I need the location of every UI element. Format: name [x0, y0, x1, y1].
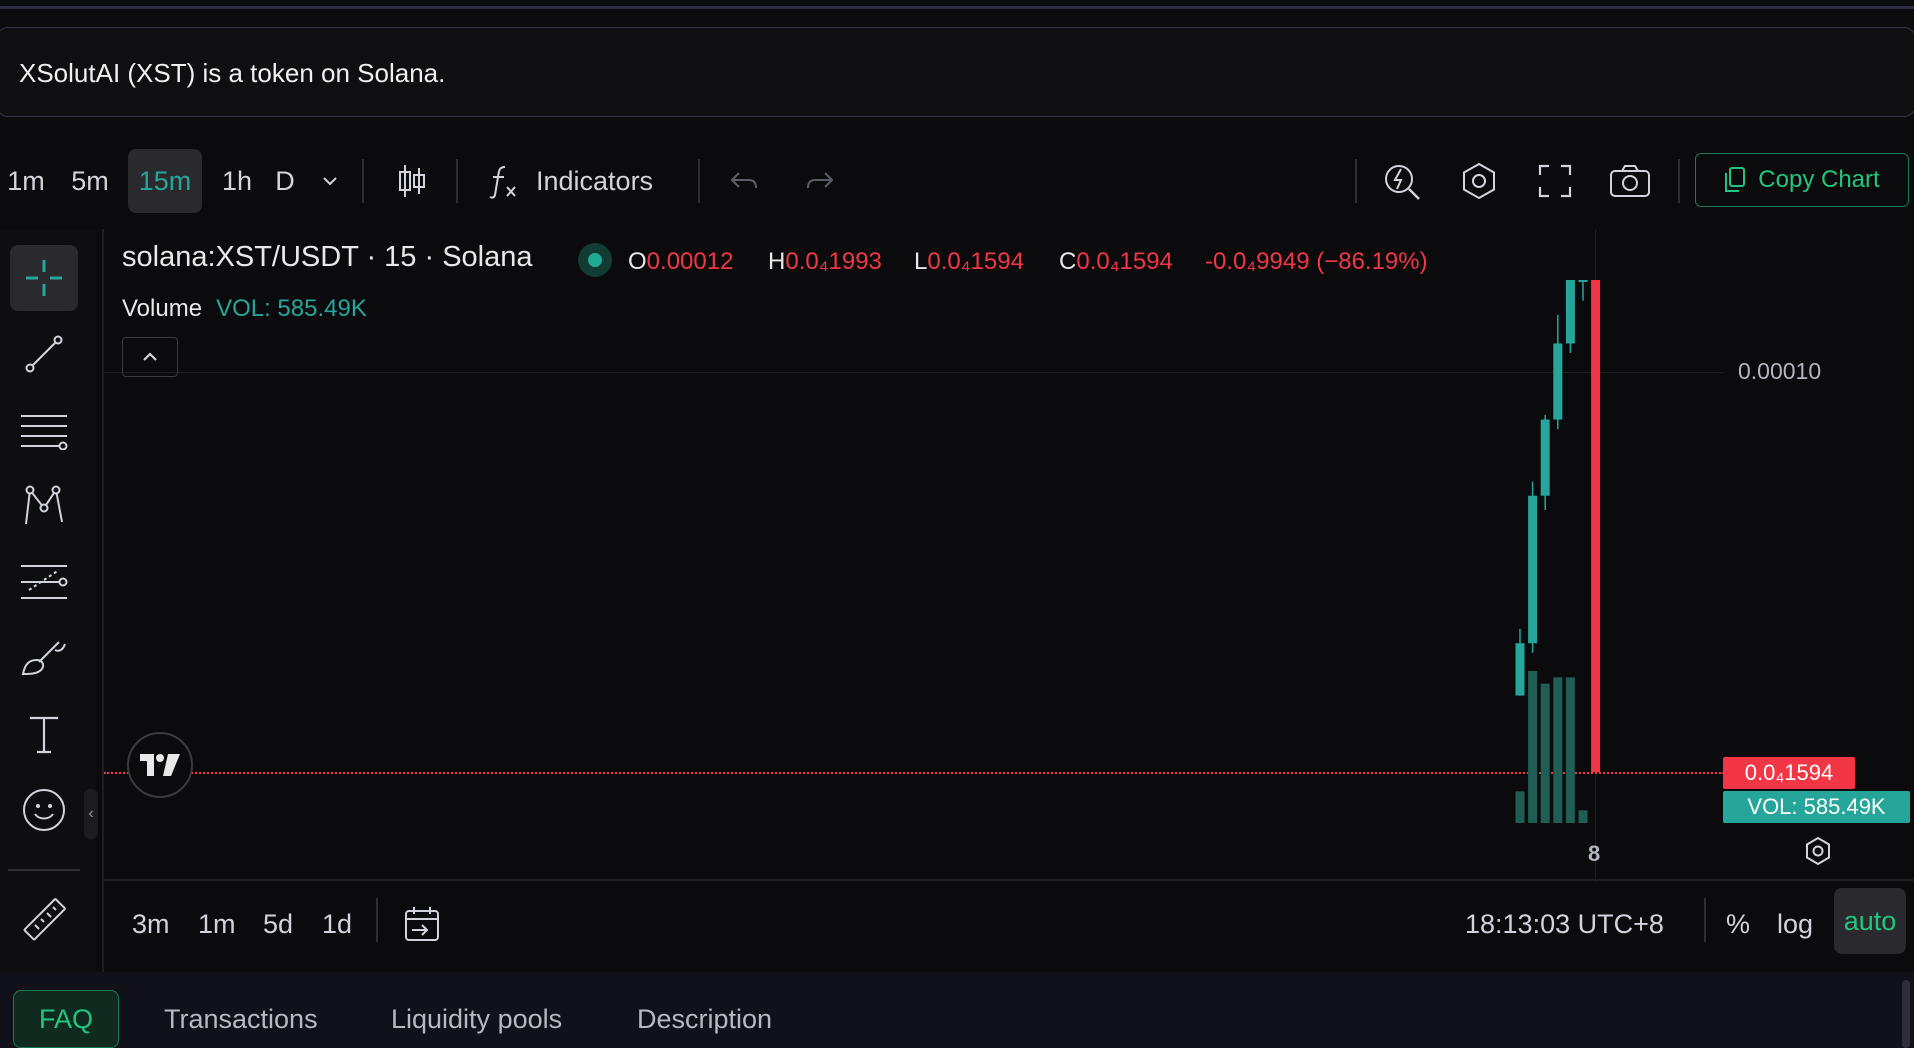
ohlc-close: C0.0₄1594 [1059, 248, 1173, 275]
ohlc-open: O0.00012 [628, 248, 734, 275]
last-price-tag: 0.0₄1594 [1723, 757, 1855, 789]
emoji-icon[interactable] [10, 777, 78, 843]
indicators-button[interactable]: Indicators [536, 141, 676, 221]
ohlc-low: L0.0₄1594 [914, 248, 1024, 275]
text-tool-icon[interactable] [10, 701, 78, 767]
range-1d[interactable]: 1d [322, 881, 352, 967]
volume-label: Volume [122, 295, 203, 322]
tab-description[interactable]: Description [637, 990, 772, 1048]
trend-line-icon[interactable] [10, 321, 78, 387]
range-1m[interactable]: 1m [198, 881, 236, 967]
drawing-toolbar [0, 229, 96, 973]
quick-search-icon[interactable] [1380, 141, 1426, 221]
candle-body [1515, 643, 1525, 696]
price-gridline [104, 372, 1724, 373]
volume-bar [1528, 671, 1538, 823]
time-axis-tick: 8 [1588, 841, 1601, 866]
scrollbar[interactable] [1902, 980, 1910, 1048]
volume-bar [1553, 677, 1563, 823]
volume-bar [1565, 677, 1575, 823]
candle-body [1540, 419, 1550, 496]
price-axis-tick: 0.00010 [1738, 358, 1822, 384]
interval-15m[interactable]: 15m [128, 149, 202, 213]
undo-icon[interactable] [724, 141, 764, 221]
crosshair-icon[interactable] [10, 245, 78, 311]
collapse-legend-button[interactable] [122, 337, 178, 377]
percent-scale-button[interactable]: % [1726, 881, 1750, 967]
chevron-down-icon[interactable] [312, 141, 348, 221]
settings-icon[interactable] [1456, 141, 1502, 221]
log-scale-button[interactable]: log [1777, 881, 1813, 967]
top-divider [0, 6, 1914, 9]
volume-bar [1578, 810, 1588, 823]
candle-body [1565, 280, 1575, 344]
ohlc-change: -0.0₄9949 (−86.19%) [1205, 248, 1428, 275]
ruler-icon[interactable] [10, 887, 78, 953]
brush-icon[interactable] [10, 625, 78, 691]
clock-timezone[interactable]: 18:13:03 UTC+8 [1465, 881, 1664, 967]
calendar-goto-icon[interactable] [402, 881, 442, 967]
volume-legend: Volume VOL: 585.49K [122, 295, 367, 323]
horizontal-lines-icon[interactable] [10, 397, 78, 463]
volume-bar [1540, 683, 1550, 823]
candle-body [1528, 495, 1538, 644]
token-description: XSolutAI (XST) is a token on Solana. [19, 58, 446, 88]
interval-1h[interactable]: 1h [212, 141, 262, 221]
collapse-toolbar-handle[interactable]: ‹ [84, 789, 98, 839]
tab-transactions[interactable]: Transactions [164, 990, 318, 1048]
candlestick-series [1515, 280, 1601, 823]
camera-icon[interactable] [1606, 141, 1654, 221]
interval-1m[interactable]: 1m [0, 141, 52, 221]
ohlc-high: H0.0₄1993 [768, 248, 882, 275]
range-3m[interactable]: 3m [132, 881, 170, 967]
auto-scale-button[interactable]: auto [1834, 888, 1906, 954]
copy-chart-button[interactable]: Copy Chart [1695, 153, 1909, 207]
chart-toolbar: 1m 5m 15m 1h D Indicators Copy Chart [0, 141, 1914, 221]
tab-liquidity-pools[interactable]: Liquidity pools [391, 990, 562, 1048]
copy-icon [1724, 167, 1746, 193]
chevron-up-icon [141, 351, 159, 363]
function-icon[interactable] [484, 141, 524, 221]
fullscreen-icon[interactable] [1532, 141, 1578, 221]
last-price-line [104, 772, 1724, 774]
candle-body [1591, 280, 1601, 772]
redo-icon[interactable] [800, 141, 840, 221]
tab-faq[interactable]: FAQ [13, 990, 119, 1048]
tradingview-logo[interactable] [127, 732, 193, 798]
forecast-tool-icon[interactable] [10, 549, 78, 615]
candlestick-type-icon[interactable] [390, 141, 434, 221]
market-status-indicator [578, 243, 612, 277]
symbol-title[interactable]: solana:XST/USDT · 15 · Solana [122, 241, 533, 274]
candle-body [1553, 343, 1563, 420]
range-5d[interactable]: 5d [263, 881, 293, 967]
interval-d[interactable]: D [268, 141, 302, 221]
interval-5m[interactable]: 5m [64, 141, 116, 221]
volume-value: VOL: 585.49K [216, 295, 367, 322]
volume-bar [1515, 791, 1525, 823]
token-description-box: XSolutAI (XST) is a token on Solana. [0, 27, 1914, 117]
chart-frame: ‹ [0, 221, 1914, 973]
pattern-tool-icon[interactable] [10, 473, 78, 539]
copy-chart-label: Copy Chart [1758, 166, 1880, 193]
volume-tag: VOL: 585.49K [1723, 791, 1910, 823]
axis-settings-icon[interactable] [1803, 836, 1833, 866]
candle-body [1578, 280, 1588, 282]
